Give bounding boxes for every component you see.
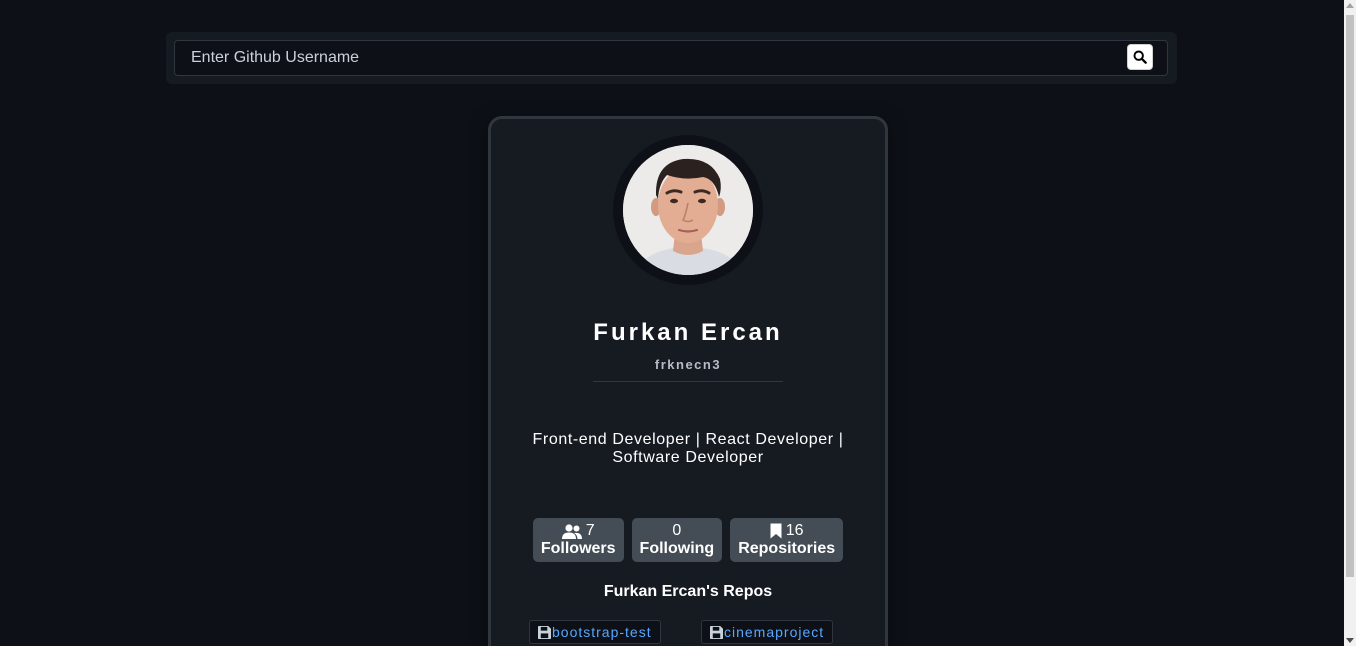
users-icon xyxy=(561,523,582,539)
repo-name: cinemaproject xyxy=(724,624,825,640)
avatar xyxy=(623,145,753,275)
avatar-frame xyxy=(613,135,763,285)
page: Furkan Ercan frknecn3 Front-end Develope… xyxy=(0,0,1356,646)
search-button[interactable] xyxy=(1127,44,1153,70)
stat-followers[interactable]: 7 Followers xyxy=(532,518,624,562)
profile-name: Furkan Ercan xyxy=(593,319,783,346)
following-count: 0 xyxy=(672,522,682,539)
vertical-scrollbar[interactable] xyxy=(1344,0,1356,646)
repo-link-cinemaproject[interactable]: cinemaproject xyxy=(701,620,834,644)
floppy-disk-icon xyxy=(710,625,723,639)
following-label: Following xyxy=(639,540,715,557)
stats-row: 7 Followers 0 Following 16 Repositories xyxy=(491,518,885,562)
profile-bio: Front-end Developer | React Developer | … xyxy=(532,431,844,466)
repo-link-bootstrap-test[interactable]: bootstrap-test xyxy=(529,620,661,644)
repos-title: Furkan Ercan's Repos xyxy=(603,583,773,600)
floppy-disk-icon xyxy=(538,625,551,639)
profile-login: frknecn3 xyxy=(654,357,722,372)
followers-count: 7 xyxy=(585,522,595,539)
divider xyxy=(593,381,783,382)
profile-card: Furkan Ercan frknecn3 Front-end Develope… xyxy=(488,116,888,646)
search-input[interactable] xyxy=(174,40,1168,76)
scroll-up-arrow-icon[interactable] xyxy=(1346,3,1354,8)
repo-name: bootstrap-test xyxy=(552,624,652,640)
scrollbar-thumb[interactable] xyxy=(1346,15,1354,577)
search-icon xyxy=(1133,50,1147,64)
repositories-label: Repositories xyxy=(738,540,836,557)
scroll-down-arrow-icon[interactable] xyxy=(1346,638,1354,643)
bookmark-icon xyxy=(770,523,782,539)
stat-repositories[interactable]: 16 Repositories xyxy=(730,518,844,562)
stat-following[interactable]: 0 Following xyxy=(631,518,723,562)
followers-label: Followers xyxy=(540,540,616,557)
search-bar xyxy=(166,32,1177,84)
avatar-portrait xyxy=(623,145,753,275)
repositories-count: 16 xyxy=(785,522,804,539)
